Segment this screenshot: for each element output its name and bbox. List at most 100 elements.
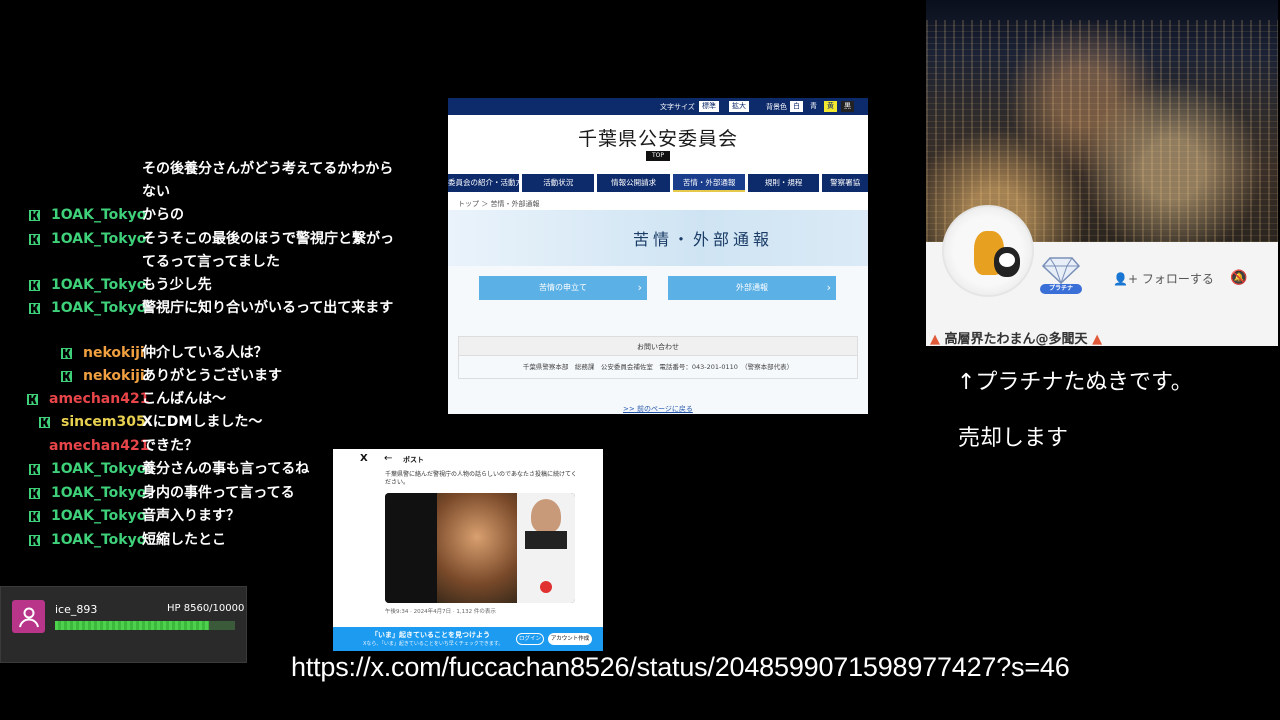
chat-username[interactable]: 1OAK_Tokyo <box>51 274 146 297</box>
follow-button[interactable]: 👤+ フォローする <box>1113 270 1214 287</box>
kick-badge-icon <box>29 234 40 245</box>
platinum-gem-icon <box>1042 257 1080 284</box>
chat-message-text: 仲介している人は？ <box>142 345 268 361</box>
complaint-button[interactable]: 苦情の申立て › <box>479 276 647 300</box>
viewer-name: ice_893 <box>55 603 98 616</box>
chat-message-text: からの <box>142 207 184 223</box>
panda-image <box>994 247 1020 277</box>
hp-bar <box>55 621 235 630</box>
profile-name-text: 高層界たわまん@多聞天 <box>944 332 1088 346</box>
chat-username[interactable]: 1OAK_Tokyo <box>51 297 146 320</box>
add-user-icon: 👤+ <box>1113 272 1138 286</box>
kick-badge-icon <box>29 303 40 314</box>
nav-item-active[interactable]: 苦情・外部通報 <box>673 174 745 192</box>
tower-icon: ▲ <box>1092 332 1103 346</box>
chiba-webpage-screenshot: 文字サイズ 標準 拡大 背景色 白 青 黄 黒 千葉県公安委員会 TOP 委員会… <box>448 98 868 414</box>
follow-label: フォローする <box>1141 272 1214 286</box>
chat-message-text: 警視庁に知り合いがいるって出て来ます <box>142 300 394 316</box>
font-standard-button[interactable]: 標準 <box>699 101 719 112</box>
kick-badge-icon <box>29 210 40 221</box>
external-report-button[interactable]: 外部通報 › <box>668 276 836 300</box>
profile-card: プラチナ 👤+ フォローする 🔕 ▲ 高層界たわまん@多聞天 ▲ <box>926 0 1278 346</box>
person-image <box>531 499 561 533</box>
chat-username[interactable]: 1OAK_Tokyo <box>51 228 146 251</box>
contact-heading: お問い合わせ <box>458 336 858 356</box>
chat-screenshot-image <box>385 493 437 603</box>
bell-off-icon[interactable]: 🔕 <box>1230 270 1247 286</box>
nav-item[interactable]: 活動状況 <box>522 174 594 192</box>
post-media[interactable] <box>385 493 575 603</box>
bg-black-button[interactable]: 黒 <box>841 101 854 112</box>
kick-badge-icon <box>29 511 40 522</box>
contact-details: 千葉県警察本部 総務課 公安委員会補佐室 電話番号：043-201-0110 （… <box>458 355 858 379</box>
name-bar: ▲ 高層界たわまん@多聞天 ▲ <box>926 326 1278 346</box>
person-suit <box>525 531 567 549</box>
chat-username[interactable]: amechan421 <box>49 435 149 458</box>
back-arrow-icon[interactable]: ← <box>384 453 392 464</box>
nav-item[interactable]: 警察署協 <box>822 174 868 192</box>
chat-username[interactable]: 1OAK_Tokyo <box>51 204 146 227</box>
chat-username[interactable]: 1OAK_Tokyo <box>51 529 146 552</box>
nav-item[interactable]: 規則・規程 <box>747 174 820 192</box>
chat-message-text: こんばんは〜 <box>142 391 226 407</box>
caption-line-2: 売却します <box>958 426 1069 451</box>
back-link[interactable]: >> 前のページに戻る <box>623 404 693 414</box>
site-title[interactable]: 千葉県公安委員会 <box>448 124 868 151</box>
kick-badge-icon <box>29 280 40 291</box>
main-nav: 委員会の紹介・活動方針 活動状況 情報公開請求 苦情・外部通報 規則・規程 警察… <box>448 174 868 192</box>
chat-message-text: その後養分さんがどう考えてるかわからない <box>142 161 394 200</box>
chevron-right-icon: › <box>826 281 831 294</box>
chat-message-text: そうそこの最後のほうで警視庁と繋がってるって言ってました <box>142 231 394 270</box>
url-text: https://x.com/fuccachan8526/status/20485… <box>291 652 1070 682</box>
chevron-right-icon: › <box>637 281 642 294</box>
banner-subtitle: Xなら、「いま」起きていることをいち早くチェックできます。 <box>363 641 504 647</box>
kick-badge-icon <box>27 394 38 405</box>
kick-badge-icon <box>29 464 40 475</box>
post-header: ポスト <box>403 456 424 464</box>
user-icon <box>18 607 39 627</box>
external-report-button-label: 外部通報 <box>736 283 768 292</box>
chat-message-text: ありがとうございます <box>142 368 282 384</box>
tower-icon: ▲ <box>930 332 940 346</box>
breadcrumb[interactable]: トップ ＞ 苦情・外部通報 <box>458 199 539 209</box>
signup-button[interactable]: アカウント作成 <box>548 633 592 645</box>
post-body: 千葉県警に絡んだ警視庁の人物の話らしいのであなたさ投稿に続けてください。 <box>385 471 577 486</box>
bg-white-button[interactable]: 白 <box>790 101 803 112</box>
call-screen-image <box>517 493 575 603</box>
signup-banner: 「いま」起きていることを見つけよう Xなら、「いま」起きていることをいち早くチェ… <box>333 627 603 651</box>
nav-item[interactable]: 委員会の紹介・活動方針 <box>448 174 520 192</box>
nav-item[interactable]: 情報公開請求 <box>596 174 671 192</box>
kick-badge-icon <box>29 488 40 499</box>
end-call-icon <box>540 581 552 593</box>
chat-username[interactable]: amechan421 <box>49 388 149 411</box>
login-button[interactable]: ログイン <box>516 633 544 645</box>
viewer-hp-card: ice_893 HP 8560/10000 <box>0 586 247 663</box>
post-meta: 午後9:34 · 2024年4月7日 · 1,132 件の表示 <box>385 609 496 615</box>
hp-bar-fill <box>55 621 210 630</box>
kick-badge-icon <box>61 348 72 359</box>
kick-badge-icon <box>39 417 50 428</box>
platinum-badge: プラチナ <box>1040 284 1082 294</box>
chat-username[interactable]: nekokiji <box>83 342 145 365</box>
chat-username[interactable]: nekokiji <box>83 365 145 388</box>
caption-line-1: ↑プラチナたぬきです。 <box>957 370 1193 395</box>
chat-username[interactable]: sincem305 <box>61 411 146 434</box>
kick-badge-icon <box>29 535 40 546</box>
font-size-label: 文字サイズ <box>660 103 695 111</box>
banner-title: 「いま」起きていることを見つけよう <box>371 631 490 639</box>
profile-avatar[interactable] <box>942 205 1034 297</box>
top-link[interactable]: TOP <box>646 151 670 161</box>
bg-blue-button[interactable]: 青 <box>807 101 820 112</box>
complaint-button-label: 苦情の申立て <box>539 283 587 292</box>
chat-message-text: XにDMしました〜 <box>142 414 263 430</box>
portrait-image <box>437 493 517 603</box>
bg-yellow-button[interactable]: 黄 <box>824 101 837 112</box>
font-large-button[interactable]: 拡大 <box>729 101 749 112</box>
chat-message-text: もう少し先 <box>142 277 212 293</box>
chat-username[interactable]: 1OAK_Tokyo <box>51 505 146 528</box>
page-title: 苦情・外部通報 <box>633 230 774 249</box>
accessibility-bar: 文字サイズ 標準 拡大 背景色 白 青 黄 黒 <box>448 98 868 115</box>
chat-username[interactable]: 1OAK_Tokyo <box>51 482 146 505</box>
chat-username[interactable]: 1OAK_Tokyo <box>51 458 146 481</box>
x-logo-icon[interactable]: X <box>360 453 368 464</box>
